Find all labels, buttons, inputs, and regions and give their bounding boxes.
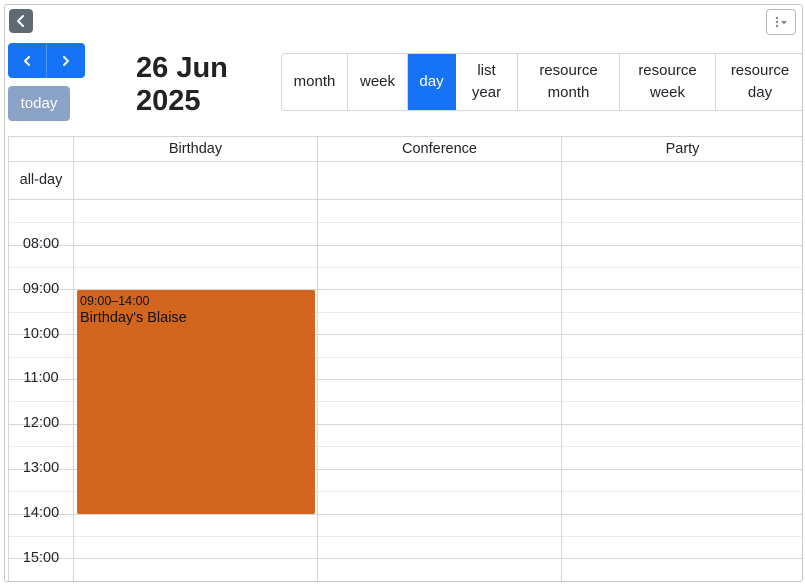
all-day-label: all-day: [19, 172, 63, 188]
page-title: 26 Jun 2025: [136, 52, 228, 118]
kebab-menu-icon: [775, 16, 787, 28]
time-label: 15:00: [22, 550, 60, 566]
all-day-divider: [9, 199, 802, 200]
header-divider: [9, 161, 802, 162]
event-birthday-blaise[interactable]: 09:00–14:00 Birthday's Blaise: [77, 290, 315, 514]
time-axis-divider: [73, 137, 74, 581]
slot-line: [9, 514, 802, 515]
next-button[interactable]: [46, 43, 85, 78]
resource-header-party: Party: [665, 141, 700, 157]
view-list-year-button[interactable]: list year: [456, 54, 518, 110]
chevron-right-icon: [63, 55, 69, 66]
time-label: 08:00: [22, 236, 60, 252]
prev-next-group: [8, 43, 85, 78]
view-day-button[interactable]: day: [408, 54, 456, 110]
prev-button[interactable]: [8, 43, 46, 78]
chevron-left-icon: [17, 15, 24, 27]
view-week-button[interactable]: week: [348, 54, 408, 110]
event-title: Birthday's Blaise: [80, 310, 187, 326]
time-label: 14:00: [22, 505, 60, 521]
today-button[interactable]: today: [8, 86, 70, 121]
options-menu-button[interactable]: [766, 9, 796, 35]
title-date: 26 Jun: [136, 52, 228, 84]
back-button[interactable]: [9, 9, 33, 33]
time-label: 11:00: [23, 370, 59, 386]
slot-line: [9, 558, 802, 559]
view-resource-month-button[interactable]: resource month: [518, 54, 620, 110]
resource-day-grid: Birthday Conference Party all-day 08:00 …: [8, 136, 802, 581]
time-label: 13:00: [22, 460, 60, 476]
resource-header-conference: Conference: [402, 141, 477, 157]
slot-line: [9, 245, 802, 246]
calendar-app: today 26 Jun 2025 month week day list ye…: [4, 4, 803, 582]
time-label: 12:00: [22, 415, 60, 431]
event-time: 09:00–14:00: [80, 294, 150, 308]
chevron-left-icon: [24, 55, 30, 66]
time-label: 10:00: [22, 326, 60, 342]
view-switcher: month week day list year resource month …: [281, 53, 802, 111]
column-divider: [561, 137, 562, 581]
view-resource-week-button[interactable]: resource week: [620, 54, 716, 110]
view-resource-day-button[interactable]: resource day: [716, 54, 802, 110]
slot-line: [9, 222, 802, 223]
slot-line: [9, 536, 802, 537]
slot-line: [9, 267, 802, 268]
view-month-button[interactable]: month: [282, 54, 348, 110]
title-year: 2025: [136, 85, 201, 117]
time-label: 09:00: [22, 281, 60, 297]
resource-header-birthday: Birthday: [168, 141, 223, 157]
column-divider: [317, 137, 318, 581]
